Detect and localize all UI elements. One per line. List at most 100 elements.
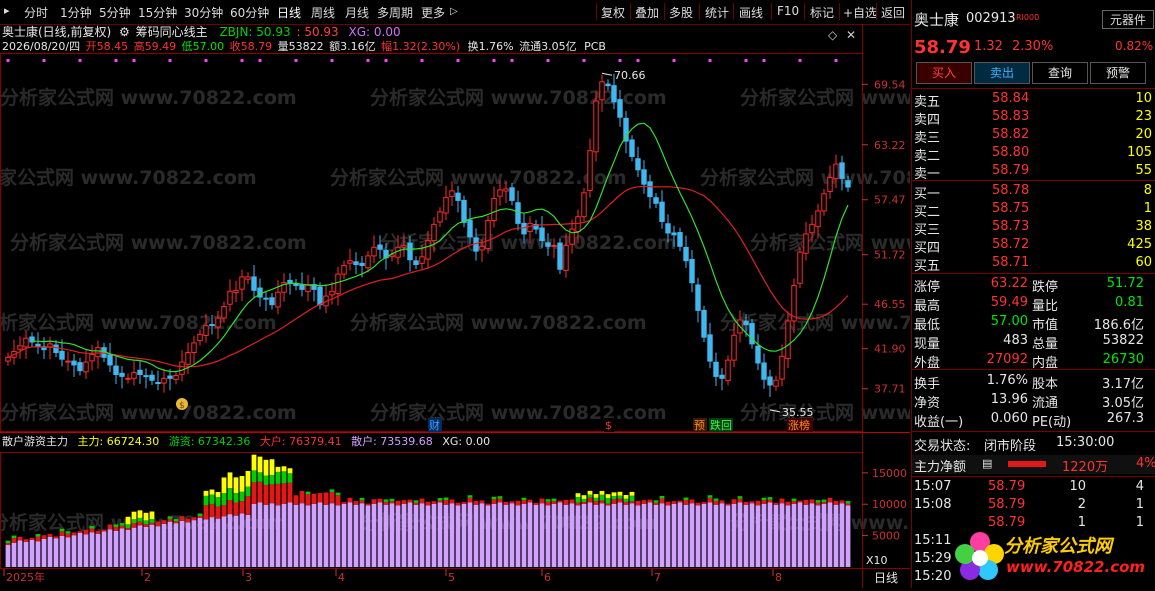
menu-icon[interactable]: ▸ <box>4 4 10 17</box>
big-holder-bar <box>695 502 701 506</box>
tab-period-monthly[interactable]: 月线 <box>345 4 369 21</box>
tab-period-more[interactable]: 更多 <box>421 4 445 21</box>
big-holder-bar <box>413 502 419 505</box>
sub-tick-label: 15000 <box>872 467 907 480</box>
hot-money-bar <box>581 498 587 503</box>
big-holder-bar <box>623 501 629 505</box>
date-tick-label: 3 <box>245 571 252 584</box>
retail-bar <box>557 502 563 567</box>
tab-period-5min[interactable]: 5分钟 <box>99 4 131 21</box>
bid-row[interactable]: 买一 58.78 8 <box>912 182 1155 202</box>
sell-button[interactable]: 卖出 <box>974 62 1030 84</box>
stock-title-row: 奥士康 002913 RI000 元器件 <box>912 8 1155 30</box>
back-button[interactable]: 返回 <box>881 4 905 21</box>
big-holder-bar <box>527 499 533 503</box>
candle-body <box>629 139 635 157</box>
ask-row[interactable]: 卖三 58.82 20 <box>912 126 1155 146</box>
stat-row: 最低 57.00 市值 186.6亿 <box>914 314 1144 333</box>
candle-body <box>581 192 587 218</box>
candle-body <box>263 297 269 300</box>
big-holder-bar <box>599 500 605 504</box>
retail-bar <box>215 518 221 567</box>
big-holder-bar <box>227 500 233 515</box>
alert-button[interactable]: 预警 <box>1090 62 1146 84</box>
tab-period-60min[interactable]: 60分钟 <box>230 4 269 21</box>
tab-period-multi[interactable]: 多周期 <box>377 4 413 21</box>
main-net-row[interactable]: 主力净额 ▤ 1220万 4% <box>912 455 1155 475</box>
buy-button[interactable]: 买入 <box>916 62 972 84</box>
big-holder-bar <box>473 500 479 505</box>
date-tick-label: 2025年 <box>6 570 45 584</box>
main-force-bar <box>263 459 269 476</box>
retail-bar <box>203 519 209 567</box>
tab-period-weekly[interactable]: 周线 <box>311 4 335 21</box>
hot-money-bar <box>617 495 623 499</box>
add-watchlist-button[interactable]: +自选 <box>843 4 877 21</box>
chart-svg[interactable]: 分析家公式网 www.70822.com 分析家公式网 www.70822.com… <box>0 24 1047 588</box>
ask-row[interactable]: 卖四 58.83 23 <box>912 108 1155 128</box>
close-chart-icon[interactable]: ✕ <box>846 28 856 42</box>
candle-body <box>5 356 11 362</box>
statistics-button[interactable]: 统计 <box>705 4 729 21</box>
query-button[interactable]: 查询 <box>1032 62 1088 84</box>
bid-row[interactable]: 买四 58.72 425 <box>912 236 1155 256</box>
stat-row: 外盘 27092 内盘 26730 <box>914 352 1144 371</box>
big-holder-bar <box>689 499 695 504</box>
divider <box>912 273 1155 274</box>
big-holder-bar <box>365 503 371 506</box>
tab-period-15min[interactable]: 15分钟 <box>138 4 177 21</box>
main-force-bar <box>599 490 605 495</box>
ask-row[interactable]: 卖二 58.80 105 <box>912 144 1155 164</box>
draw-line-button[interactable]: 画线 <box>739 4 763 21</box>
retail-bar <box>539 503 545 567</box>
candle-body <box>821 193 827 212</box>
stat-row: 现量 483 总量 53822 <box>914 333 1144 352</box>
sector-button[interactable]: 元器件 <box>1102 10 1154 29</box>
overlay-button[interactable]: 叠加 <box>635 4 659 21</box>
f10-button[interactable]: F10 <box>777 4 799 18</box>
ask-row[interactable]: 卖五 58.84 10 <box>912 90 1155 110</box>
sub-chart-header: 散户游资主力 主力: 66724.30 游资: 67342.36 大户: 763… <box>2 434 490 448</box>
hot-money-bar <box>35 534 41 537</box>
tab-period-fenshi[interactable]: 分时 <box>24 4 48 21</box>
candle-body <box>215 317 221 328</box>
hot-money-bar <box>683 497 689 501</box>
retail-bar <box>551 503 557 567</box>
bid-row[interactable]: 买三 58.73 38 <box>912 218 1155 238</box>
hot-money-bar <box>197 513 203 517</box>
bid-row[interactable]: 买五 58.71 60 <box>912 254 1155 274</box>
hot-money-bar <box>629 495 635 502</box>
candle-body <box>77 362 83 372</box>
retail-bar <box>227 514 233 567</box>
candle-body <box>137 369 143 375</box>
multi-stock-button[interactable]: 多股 <box>669 4 693 21</box>
hot-money-bar <box>209 494 215 504</box>
retail-bar <box>533 504 539 567</box>
hot-money-bar <box>257 472 263 482</box>
bid-row[interactable]: 买二 58.75 1 <box>912 200 1155 220</box>
tick-time: 15:20 <box>914 569 952 584</box>
chevron-right-icon[interactable]: ▷ <box>450 6 458 17</box>
candle-body <box>329 290 335 296</box>
retail-bar <box>251 503 257 567</box>
watermark-text: 分析家公式网 www.70822.com <box>0 311 277 334</box>
tab-period-1min[interactable]: 1分钟 <box>60 4 92 21</box>
candle-body <box>335 273 341 295</box>
main-net-pct: 4% <box>1136 456 1155 471</box>
retail-bar <box>455 505 461 567</box>
list-icon[interactable]: ▤ <box>982 457 992 470</box>
minimize-icon[interactable]: ◇ <box>828 28 838 42</box>
tab-period-daily[interactable]: 日线 <box>277 4 301 21</box>
main-force-bar <box>131 511 137 520</box>
candle-body <box>353 261 359 265</box>
tab-period-30min[interactable]: 30分钟 <box>184 4 223 21</box>
mark-button[interactable]: 标记 <box>810 4 834 21</box>
event-tag: 跌回 <box>710 418 732 432</box>
restore-rights-button[interactable]: 复权 <box>601 4 625 21</box>
watermark-text: 分析家公式网 www.70822.com <box>350 311 647 334</box>
hot-money-bar <box>329 489 335 492</box>
ask-row[interactable]: 卖一 58.79 55 <box>912 162 1155 182</box>
big-holder-bar <box>125 528 131 530</box>
big-holder-bar <box>257 481 263 503</box>
retail-bar <box>383 504 389 567</box>
